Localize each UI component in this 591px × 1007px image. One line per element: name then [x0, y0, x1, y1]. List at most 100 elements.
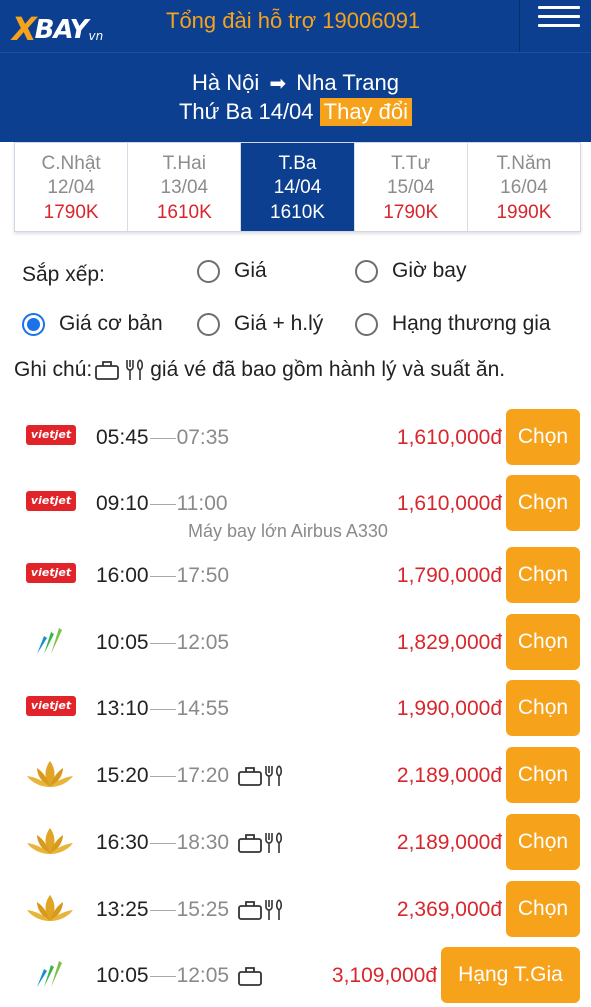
time-separator — [149, 503, 176, 505]
flight-price: 2,189,000đ — [396, 831, 502, 854]
arrival-time: 11:00 — [176, 492, 228, 515]
amenities — [237, 898, 285, 922]
flight-row[interactable]: vietjet 09:10 11:00 1,610,000đ Chọn Máy … — [0, 473, 591, 541]
flight-times: 13:10 14:55 — [96, 696, 229, 722]
day-name: T.Ba — [278, 153, 317, 174]
date-tab-sunday[interactable]: C.Nhật 12/04 1790K — [15, 143, 129, 231]
day-price: 1990K — [496, 202, 552, 223]
flight-times: 16:30 18:30 — [96, 830, 285, 856]
menu-divider — [519, 0, 520, 52]
radio-circle[interactable] — [355, 312, 378, 336]
radio-circle[interactable] — [355, 259, 378, 283]
baggage-icon — [238, 834, 263, 853]
change-search-button[interactable]: Thay đổi — [319, 98, 413, 126]
sort-option-time[interactable]: Giờ bay — [355, 258, 466, 284]
day-date: 15/04 — [386, 177, 435, 198]
filter-option-label: Hạng thương gia — [392, 312, 551, 335]
fare-note: Ghi chú: giá vé đã bao gồm hành lý và su… — [14, 356, 505, 384]
vietnam-airlines-lotus-logo — [25, 826, 75, 861]
flight-price: 1,610,000đ — [396, 492, 502, 515]
vietjet-logo: vietjet — [26, 696, 76, 716]
date-tab-tuesday[interactable]: T.Ba 14/04 1610K — [241, 143, 355, 231]
day-name: T.Hai — [162, 153, 206, 174]
top-bar: X BAY vn Tổng đài hỗ trợ 19006091 — [0, 0, 591, 52]
logo-text: BAY — [34, 15, 89, 45]
filter-option-fare-baggage[interactable]: Giá + h.lý — [197, 311, 323, 337]
filter-option-label: Giá + h.lý — [234, 312, 324, 335]
flight-price: 1,610,000đ — [396, 426, 502, 449]
time-separator — [149, 642, 176, 644]
flight-price: 3,109,000đ — [331, 964, 437, 987]
filter-option-business[interactable]: Hạng thương gia — [355, 311, 551, 337]
departure-time: 05:45 — [96, 426, 149, 449]
day-date: 14/04 — [273, 177, 322, 198]
arrival-time: 17:50 — [176, 564, 230, 587]
meal-icon — [265, 765, 283, 786]
flight-row[interactable]: 15:20 17:20 2,189,000đ Chọn — [0, 745, 591, 805]
day-name: C.Nhật — [41, 153, 101, 174]
select-flight-button[interactable]: Chọn — [506, 680, 580, 736]
logo-suffix: vn — [88, 29, 104, 43]
flight-price: 2,189,000đ — [396, 764, 502, 787]
flight-row[interactable]: vietjet 16:00 17:50 1,790,000đ Chọn — [0, 545, 591, 605]
sort-option-label: Giá — [234, 259, 267, 282]
date-tab-thursday[interactable]: T.Năm 16/04 1990K — [468, 143, 580, 231]
select-business-class-button[interactable]: Hạng T.Gia — [441, 947, 580, 1003]
sort-label: Sắp xếp: — [22, 263, 105, 286]
flight-row[interactable]: 10:05 12:05 3,109,000đ Hạng T.Gia — [0, 945, 591, 1005]
radio-circle[interactable] — [22, 312, 45, 336]
site-logo[interactable]: X BAY vn — [12, 8, 104, 45]
departure-time: 16:00 — [96, 564, 149, 587]
day-date: 12/04 — [47, 177, 95, 198]
vietjet-logo: vietjet — [26, 425, 76, 445]
flight-times: 13:25 15:25 — [96, 897, 285, 923]
day-price: 1790K — [43, 202, 99, 223]
select-flight-button[interactable]: Chọn — [506, 747, 580, 803]
hamburger-menu-icon[interactable] — [538, 6, 580, 34]
select-flight-button[interactable]: Chọn — [506, 475, 580, 531]
flight-times: 05:45 07:35 — [96, 425, 229, 451]
select-flight-button[interactable]: Chọn — [506, 614, 580, 670]
hotline-text[interactable]: Tổng đài hỗ trợ 19006091 — [166, 7, 420, 35]
day-price: 1790K — [383, 202, 439, 223]
flight-row[interactable]: vietjet 05:45 07:35 1,610,000đ Chọn — [0, 407, 591, 467]
select-flight-button[interactable]: Chọn — [506, 409, 580, 465]
flight-row[interactable]: 16:30 18:30 2,189,000đ Chọn — [0, 812, 591, 872]
time-separator — [149, 437, 176, 439]
travel-date: Thứ Ba 14/04 — [178, 99, 314, 124]
select-flight-button[interactable]: Chọn — [506, 547, 580, 603]
arrival-time: 12:05 — [176, 631, 230, 654]
baggage-icon — [95, 361, 120, 380]
flight-times: 09:10 11:00 — [96, 491, 228, 517]
filter-option-base-fare[interactable]: Giá cơ bản — [22, 311, 163, 337]
select-flight-button[interactable]: Chọn — [506, 814, 580, 870]
flight-row[interactable]: 10:05 12:05 1,829,000đ Chọn — [0, 612, 591, 672]
date-tab-monday[interactable]: T.Hai 13/04 1610K — [128, 143, 242, 231]
flight-times: 16:00 17:50 — [96, 563, 229, 589]
date-tab-wednesday[interactable]: T.Tư 15/04 1790K — [355, 143, 468, 231]
select-flight-button[interactable]: Chọn — [506, 881, 580, 937]
flight-row[interactable]: 13:25 15:25 2,369,000đ Chọn — [0, 879, 591, 939]
amenities — [237, 831, 285, 855]
flight-times: 10:05 12:05 — [96, 630, 229, 656]
date-tabs: C.Nhật 12/04 1790K T.Hai 13/04 1610K T.B… — [14, 142, 581, 232]
arrival-time: 12:05 — [176, 964, 230, 987]
time-separator — [149, 575, 176, 577]
amenities — [237, 764, 285, 788]
flight-row[interactable]: vietjet 13:10 14:55 1,990,000đ Chọn — [0, 678, 591, 738]
departure-time: 13:25 — [96, 898, 149, 921]
filter-option-label: Giá cơ bản — [59, 312, 163, 335]
radio-circle[interactable] — [197, 259, 220, 283]
sort-option-price[interactable]: Giá — [197, 258, 267, 284]
flight-times: 15:20 17:20 — [96, 763, 285, 789]
flight-price: 1,990,000đ — [396, 697, 502, 720]
departure-time: 09:10 — [96, 492, 149, 515]
flight-price: 1,790,000đ — [396, 564, 502, 587]
time-separator — [149, 708, 176, 710]
radio-circle[interactable] — [197, 312, 220, 336]
arrival-time: 14:55 — [176, 697, 230, 720]
time-separator — [149, 975, 176, 977]
day-name: T.Năm — [496, 153, 552, 174]
destination-city: Nha Trang — [296, 70, 399, 95]
route-title: Hà Nội ➡ Nha Trang — [0, 70, 591, 97]
